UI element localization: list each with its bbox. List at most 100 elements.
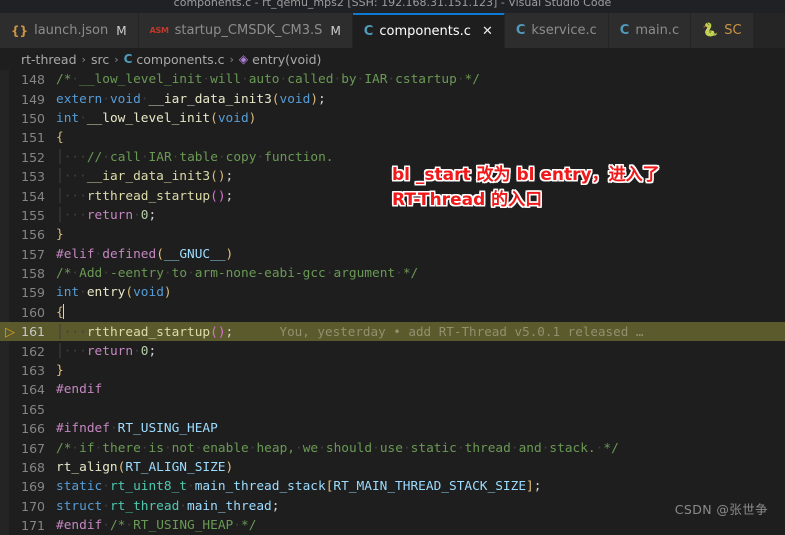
code-line[interactable]: 148 /*·__low_level_init·will·auto·called… — [0, 70, 785, 89]
breadcrumb-item-src[interactable]: src — [91, 52, 109, 67]
breadcrumb-label: entry(void) — [252, 51, 322, 67]
tab-label: startup_CMSDK_CM3.S — [174, 23, 323, 38]
line-number: 150 — [21, 110, 45, 126]
code-line[interactable]: 158 /*·Add·-eentry·to·arm-none-eabi-gcc·… — [0, 264, 785, 283]
code-line[interactable]: 159 int·entry(void) — [0, 283, 785, 302]
breadcrumb-label: src — [90, 51, 110, 67]
tab-modified-badge: M — [330, 23, 341, 38]
symbol-function-icon: ◈ — [238, 52, 249, 66]
line-number: 149 — [21, 91, 45, 107]
line-content: #ifndef·RT_USING_HEAP — [56, 421, 218, 437]
line-content: } — [56, 363, 64, 379]
code-line[interactable]: 149 extern·void·__iar_data_init3(void); — [0, 89, 785, 108]
git-blame-annotation[interactable]: You, yesterday • add RT-Thread v5.0.1 re… — [280, 324, 644, 339]
breadcrumb-item-components-c[interactable]: C components.c — [124, 52, 225, 67]
code-line[interactable]: 162 │···return·0; — [0, 341, 785, 360]
code-line[interactable]: 151 { — [0, 128, 785, 147]
line-number: 156 — [21, 227, 45, 243]
breadcrumb-separator: › — [114, 52, 119, 66]
code-line[interactable]: 156 } — [0, 225, 785, 244]
code-line[interactable]: 169 static·rt_uint8_t·main_thread_stack[… — [0, 477, 785, 496]
code-line[interactable]: 167 /*·if·there·is·not·enable·heap,·we·s… — [0, 438, 785, 457]
code-line[interactable]: 152 │···//·call·IAR·table·copy·function. — [0, 148, 785, 167]
breadcrumb[interactable]: rt-thread › src › C components.c › ◈ ent… — [0, 48, 785, 70]
line-content: #endif·/*·RT_USING_HEAP·*/ — [56, 518, 257, 534]
code-line[interactable]: 153 │···__iar_data_init3(); — [0, 167, 785, 186]
line-number: 159 — [21, 285, 45, 301]
code-line[interactable]: 170 struct·rt_thread·main_thread; — [0, 497, 785, 516]
line-content: { — [56, 304, 65, 321]
line-content: } — [56, 227, 64, 243]
line-number: 151 — [21, 130, 45, 146]
line-content: #elif·defined(__GNUC__) — [56, 246, 234, 262]
line-number: 168 — [21, 460, 45, 475]
line-content: │···return·0; — [56, 207, 157, 223]
tab-startup-cmsdk-cm3-s[interactable]: ASM startup_CMSDK_CM3.S M — [138, 13, 353, 48]
line-content: │···rtthread_startup(); — [56, 188, 234, 204]
line-content: /*·__low_level_init·will·auto·called·by·… — [56, 72, 480, 88]
tab-sconstruct[interactable]: 🐍 SC — [691, 13, 754, 48]
line-content: /*·Add·-eentry·to·arm-none-eabi-gcc·argu… — [56, 266, 419, 282]
c-file-icon: C — [123, 52, 133, 66]
tab-label: SC — [724, 23, 742, 38]
tab-main-c[interactable]: C main.c — [608, 13, 692, 48]
line-number: 160 — [21, 304, 45, 320]
code-line[interactable]: 166 #ifndef·RT_USING_HEAP — [0, 419, 785, 438]
watermark: CSDN @张世争 — [674, 502, 768, 517]
line-content: │···rtthread_startup(); You, yesterday •… — [56, 323, 644, 340]
tab-modified-badge: M — [116, 23, 127, 38]
code-line[interactable]: 157 #elif·defined(__GNUC__) — [0, 245, 785, 264]
code-line-active[interactable]: ▷ 161 │···rtthread_startup(); You, yester… — [0, 322, 785, 342]
breadcrumb-separator: › — [229, 52, 234, 66]
tab-launch-json[interactable]: {} launch.json M — [0, 13, 139, 48]
code-line[interactable]: 165 — [0, 400, 785, 419]
line-number: 163 — [21, 363, 45, 379]
breadcrumb-item-entry-symbol[interactable]: ◈ entry(void) — [239, 52, 322, 67]
code-lines-container[interactable]: 148 /*·__low_level_init·will·auto·called… — [0, 70, 785, 535]
code-line[interactable]: 150 int·__low_level_init(void) — [0, 109, 785, 128]
line-content: rt_align(RT_ALIGN_SIZE) — [56, 460, 234, 475]
code-line[interactable]: 163 } — [0, 361, 785, 380]
line-number: 155 — [21, 207, 45, 223]
text-cursor — [62, 304, 65, 320]
tab-label: components.c — [379, 23, 471, 39]
line-content: │···__iar_data_init3(); — [56, 169, 234, 185]
line-content: { — [56, 130, 64, 146]
python-icon: 🐍 — [702, 23, 719, 38]
c-file-icon: C — [619, 23, 630, 38]
code-line[interactable]: 168 rt_align(RT_ALIGN_SIZE) — [0, 458, 785, 477]
code-line[interactable]: 154 │···rtthread_startup(); — [0, 186, 785, 205]
tab-components-c[interactable]: C components.c ✕ — [352, 13, 505, 48]
code-line[interactable]: 164 #endif — [0, 380, 785, 399]
code-line[interactable]: 160 { — [0, 303, 785, 322]
line-number: 158 — [21, 266, 45, 282]
vscode-window: components.c - rt_qemu_mps2 [SSH: 192.16… — [0, 0, 785, 535]
debug-pointer-icon: ▷ — [5, 325, 15, 341]
editor-tab-bar[interactable]: {} launch.json M ASM startup_CMSDK_CM3.S… — [0, 13, 785, 48]
breadcrumb-item-rt-thread[interactable]: rt-thread — [21, 52, 77, 67]
json-icon: {} — [11, 23, 29, 38]
code-editor[interactable]: 148 /*·__low_level_init·will·auto·called… — [0, 70, 785, 535]
close-icon[interactable]: ✕ — [482, 25, 493, 38]
tab-kservice-c[interactable]: C kservice.c — [504, 13, 609, 48]
line-content: int·entry(void) — [56, 285, 172, 301]
c-file-icon: C — [515, 23, 526, 38]
asm-icon: ASM — [149, 25, 169, 35]
line-number: 148 — [21, 72, 45, 88]
line-number: 157 — [21, 246, 45, 262]
line-number: 167 — [21, 440, 45, 456]
line-content: │···return·0; — [56, 343, 157, 359]
line-number: 170 — [21, 498, 45, 514]
breadcrumb-separator: › — [81, 52, 86, 66]
window-title: components.c - rt_qemu_mps2 [SSH: 192.16… — [173, 0, 612, 9]
line-content: #endif — [56, 382, 103, 398]
line-content: int·__low_level_init(void) — [56, 110, 257, 126]
line-number: 166 — [21, 421, 45, 437]
code-line[interactable]: 171 #endif·/*·RT_USING_HEAP·*/ — [0, 516, 785, 535]
code-line[interactable]: 155 │···return·0; — [0, 206, 785, 225]
line-content: extern·void·__iar_data_init3(void); — [56, 91, 326, 107]
tab-label: launch.json — [34, 23, 109, 38]
line-number: 165 — [21, 401, 45, 417]
line-content: static·rt_uint8_t·main_thread_stack[RT_M… — [56, 479, 542, 495]
line-number: 162 — [21, 343, 45, 359]
